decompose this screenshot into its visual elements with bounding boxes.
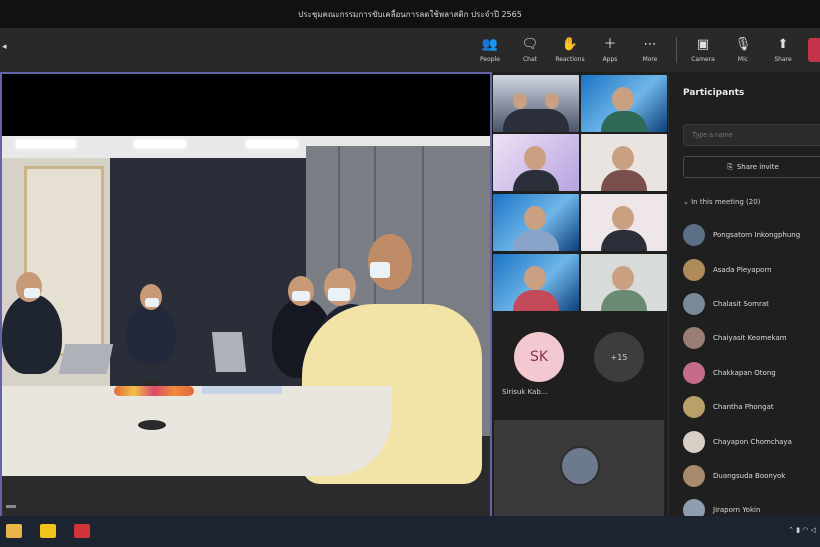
meeting-toolbar: ◂ 👥 People 🗨 Chat ✋ Reactions ＋ Apps ⋯ M… — [0, 28, 820, 72]
face-mask — [328, 288, 350, 301]
attendee — [2, 294, 62, 374]
attendee — [126, 304, 176, 364]
avatar — [683, 292, 705, 315]
more-participants-button[interactable]: +15 — [594, 332, 644, 382]
main-video-stage[interactable] — [0, 72, 492, 528]
list-item[interactable]: Chantha Phongat — [683, 390, 820, 424]
audio-participants-row: SK +15 Sirisuk Kab... — [492, 318, 668, 418]
avatar — [683, 396, 705, 419]
mic-button[interactable]: 🎙 Mic — [723, 28, 763, 72]
laptop — [202, 386, 282, 394]
ceiling-light — [246, 140, 298, 148]
laptop — [211, 332, 247, 372]
avatar — [683, 464, 705, 487]
panel-title: Participants — [683, 88, 745, 98]
toolbar-divider — [676, 37, 677, 63]
table-flowers — [114, 386, 194, 396]
room-back-wall — [110, 158, 306, 408]
reactions-icon: ✋ — [561, 36, 579, 52]
participant-avatar[interactable]: SK — [514, 332, 564, 382]
video-tile[interactable] — [581, 75, 667, 132]
apps-icon: ＋ — [603, 36, 617, 52]
apps-button[interactable]: ＋ Apps — [590, 28, 630, 72]
meeting-room-video — [2, 136, 490, 528]
meeting-actions: 👥 People 🗨 Chat ✋ Reactions ＋ Apps ⋯ Mor… — [470, 28, 803, 72]
participants-panel: Participants ⎘ Share invite ⌄ In this me… — [668, 72, 820, 522]
chat-icon: 🗨 — [521, 36, 539, 52]
wifi-icon: ◠ — [802, 526, 811, 534]
windows-taskbar: ⌃ ▮ ◠ ◁ — [0, 516, 820, 547]
people-button[interactable]: 👥 People — [470, 28, 510, 72]
video-tile[interactable] — [493, 254, 579, 311]
video-tile[interactable] — [581, 194, 667, 251]
system-tray[interactable]: ⌃ ▮ ◠ ◁ — [788, 526, 816, 534]
stage-name-tag — [6, 505, 16, 508]
list-item[interactable]: Chakkapan Otong — [683, 356, 820, 390]
list-item[interactable]: Chalasit Somrat — [683, 287, 820, 321]
window-title-bar: ประชุมคณะกรรมการขับเคลื่อนการลดใช้พลาสติ… — [0, 0, 820, 28]
list-item[interactable]: Chayapon Chomchaya — [683, 424, 820, 458]
reactions-button[interactable]: ✋ Reactions — [550, 28, 590, 72]
list-item[interactable]: Asada Pleyaporn — [683, 252, 820, 286]
meeting-title: ประชุมคณะกรรมการขับเคลื่อนการลดใช้พลาสติ… — [298, 9, 522, 19]
conference-microphone — [138, 420, 166, 430]
share-icon: ⬆ — [777, 36, 789, 52]
share-invite-button[interactable]: ⎘ Share invite — [683, 156, 820, 178]
camera-button[interactable]: ▣ Camera — [683, 28, 723, 72]
share-invite-icon: ⎘ — [727, 162, 733, 171]
list-item[interactable]: Pongsatorn Inkongphung — [683, 218, 820, 252]
meeting-timer-icon: ◂ — [2, 42, 7, 52]
more-icon: ⋯ — [643, 36, 657, 52]
avatar — [560, 446, 600, 486]
teams-meeting-window: ประชุมคณะกรรมการขับเคลื่อนการลดใช้พลาสติ… — [0, 0, 820, 547]
chevron-up-icon: ⌃ — [788, 526, 797, 534]
laptop — [58, 344, 114, 374]
avatar — [683, 224, 705, 247]
conference-microphone — [142, 380, 160, 386]
file-explorer-icon[interactable] — [6, 524, 22, 538]
ceiling-light — [16, 140, 76, 148]
participant-name-label: Sirisuk Kab... — [502, 388, 548, 396]
avatar — [683, 258, 705, 281]
ceiling-light — [134, 140, 186, 148]
video-tile[interactable] — [493, 75, 579, 132]
video-tile[interactable] — [493, 194, 579, 251]
avatar — [683, 430, 705, 453]
face-mask — [370, 262, 390, 278]
self-view-tile[interactable] — [494, 420, 664, 516]
chat-button[interactable]: 🗨 Chat — [510, 28, 550, 72]
participant-search-input[interactable] — [683, 124, 820, 146]
volume-icon: ◁ — [810, 526, 816, 534]
video-tile[interactable] — [581, 134, 667, 191]
avatar — [683, 327, 705, 350]
chevron-down-icon: ⌄ — [683, 198, 692, 206]
mic-icon: 🎙 — [734, 36, 752, 52]
avatar — [683, 361, 705, 384]
video-tile[interactable] — [493, 134, 579, 191]
acrobat-icon[interactable] — [74, 524, 90, 538]
more-button[interactable]: ⋯ More — [630, 28, 670, 72]
face-mask — [145, 298, 159, 307]
participant-list: Pongsatorn Inkongphung Asada Pleyaporn C… — [683, 218, 820, 528]
camera-icon: ▣ — [696, 36, 710, 52]
face-mask — [24, 288, 40, 298]
list-item[interactable]: Chaiyasit Keomekam — [683, 321, 820, 355]
face-mask — [292, 291, 310, 301]
share-button[interactable]: ⬆ Share — [763, 28, 803, 72]
people-icon: 👥 — [481, 36, 499, 52]
sticky-notes-icon[interactable] — [40, 524, 56, 538]
leave-button[interactable] — [808, 38, 820, 62]
video-tile[interactable] — [581, 254, 667, 311]
list-item[interactable]: Duangsuda Boonyok — [683, 459, 820, 493]
conference-table — [2, 386, 392, 476]
in-meeting-section-header[interactable]: ⌄ In this meeting (20) — [683, 198, 760, 206]
